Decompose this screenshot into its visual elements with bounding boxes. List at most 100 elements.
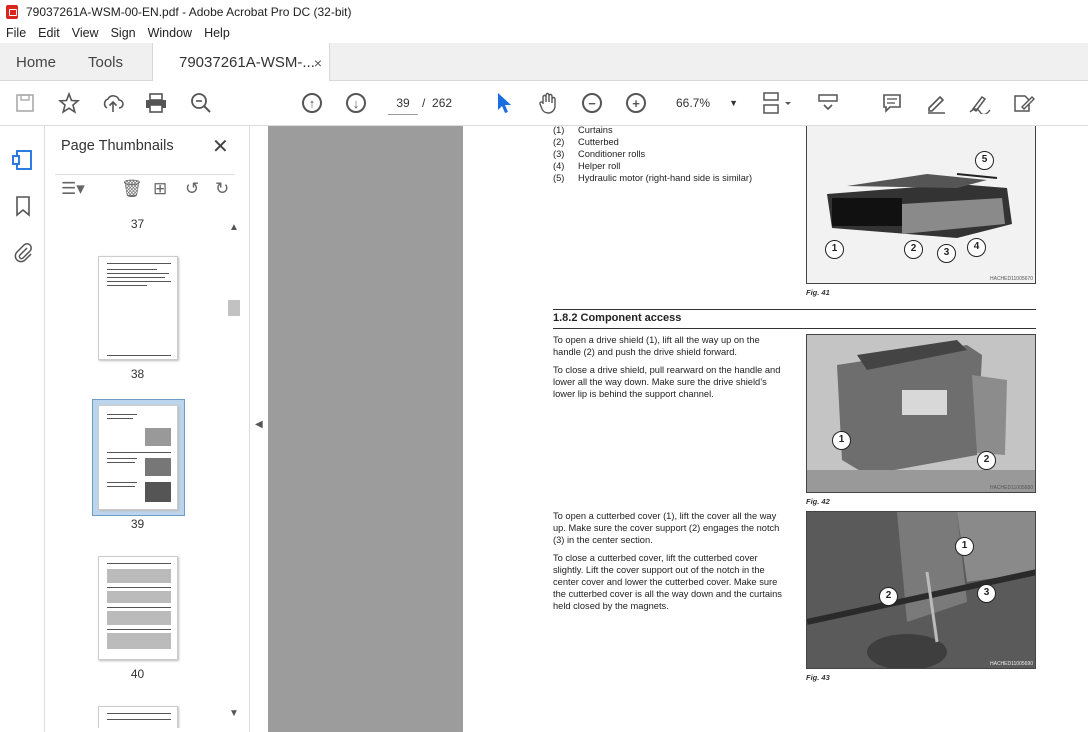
star-bookmark-icon[interactable] (55, 89, 83, 117)
menu-help[interactable]: Help (204, 26, 230, 40)
figure-callout: 2 (904, 240, 923, 259)
menu-window[interactable]: Window (148, 26, 192, 40)
thumbnail-page-39-label[interactable]: 39 (45, 517, 230, 531)
thumbnail-page-41[interactable] (98, 706, 178, 728)
document-viewer: (1) Curtains (2) Cutterbed (3) Conditioner … (268, 126, 1088, 732)
close-icon[interactable]: ✕ (212, 134, 229, 159)
figure-callout: 5 (975, 151, 994, 170)
panel-collapse-handle[interactable]: ◀ (249, 126, 268, 732)
tab-close-icon[interactable]: × (314, 55, 322, 71)
figure-43-caption: Fig. 43 (806, 673, 830, 682)
figure-legend: (1) Curtains (2) Cutterbed (3) Conditioner … (553, 126, 793, 184)
left-navigation-rail (0, 126, 45, 732)
paragraph-close-cutterbed-cover: To close a cutterbed cover, lift the cut… (553, 553, 782, 611)
figure-callout: 1 (832, 431, 851, 450)
figure-42-caption: Fig. 42 (806, 497, 830, 506)
select-cursor-icon[interactable] (490, 89, 518, 117)
zoom-out-button[interactable]: − (578, 89, 606, 117)
menu-file[interactable]: File (6, 26, 26, 40)
tab-document[interactable]: 79037261A-WSM-... × (152, 43, 330, 82)
figure-ref-code: HACHED11005690 (990, 661, 1033, 667)
highlight-pen-icon[interactable] (922, 89, 950, 117)
draw-sign-icon[interactable] (966, 89, 994, 117)
thumbnail-page-38-label[interactable]: 38 (45, 367, 230, 381)
paragraph-close-drive-shield: To close a drive shield, pull rearward o… (553, 365, 781, 399)
scroll-mode-icon[interactable] (814, 89, 842, 117)
figure-ref-code: HACHED11005680 (990, 485, 1033, 491)
arrow-up-icon: ↑ (302, 93, 322, 113)
figure-callout: 3 (977, 584, 996, 603)
next-page-button[interactable]: ↓ (342, 89, 370, 117)
thumbnail-page-38[interactable] (98, 256, 178, 360)
tab-bar: Home Tools 79037261A-WSM-... × (0, 43, 1088, 82)
thumbnail-page-37-label[interactable]: 37 (45, 217, 230, 231)
paragraph-open-drive-shield: To open a drive shield (1), lift all the… (553, 335, 760, 357)
page-thumbnails-panel: Page Thumbnails ✕ ☰▾ 🗑 ⊞ ↺ ↻ 37 38 39 40… (45, 126, 249, 732)
menu-edit[interactable]: Edit (38, 26, 60, 40)
menu-view[interactable]: View (72, 26, 99, 40)
arrow-down-icon: ↓ (346, 93, 366, 113)
legend-item: (2) Cutterbed (553, 137, 619, 147)
print-icon[interactable] (142, 89, 170, 117)
pdf-file-icon (6, 4, 18, 19)
page-number-input[interactable]: 39 (388, 91, 418, 115)
menu-sign[interactable]: Sign (111, 26, 136, 40)
page-total: 262 (432, 96, 453, 110)
figure-callout: 2 (977, 451, 996, 470)
figure-callout: 2 (879, 587, 898, 606)
previous-page-button[interactable]: ↑ (298, 89, 326, 117)
scrollbar-thumb[interactable] (228, 300, 240, 316)
thumbnail-scrollbar[interactable]: ▲ ▼ (227, 222, 241, 722)
zoom-in-button[interactable]: + (622, 89, 650, 117)
options-menu-icon[interactable]: ☰▾ (61, 179, 85, 199)
scroll-down-icon[interactable]: ▼ (227, 708, 241, 719)
delete-trash-icon[interactable]: 🗑 (121, 179, 143, 199)
attachment-paperclip-icon[interactable] (11, 240, 35, 264)
figure-42-image: 1 2 HACHED11005680 (806, 334, 1036, 493)
thumbnail-page-39[interactable] (98, 405, 178, 510)
legend-item: (1) Curtains (553, 126, 613, 135)
upload-share-icon[interactable] (99, 89, 127, 117)
window-title: 79037261A-WSM-00-EN.pdf - Adobe Acrobat … (26, 4, 352, 19)
thumbnail-toolbar: ☰▾ 🗑 ⊞ ↺ ↻ (55, 174, 235, 202)
cutterbed-cover-photo (807, 512, 1035, 668)
save-icon[interactable] (11, 89, 39, 117)
figure-callout: 1 (825, 240, 844, 259)
fill-sign-icon[interactable] (1010, 89, 1038, 117)
figure-41-caption: Fig. 41 (806, 288, 830, 297)
zoom-value: 66.7% (676, 96, 711, 110)
menu-bar: File Edit View Sign Window Help (0, 23, 1088, 43)
legend-item: (4) Helper roll (553, 161, 621, 171)
bookmark-icon[interactable] (11, 194, 35, 218)
main-toolbar: ↑ ↓ − + (0, 81, 1088, 126)
hand-tool-icon[interactable] (534, 89, 562, 117)
collapse-arrow-icon: ◀ (255, 419, 263, 430)
legend-item: (3) Conditioner rolls (553, 149, 646, 159)
legend-item: (5) Hydraulic motor (right-hand side is s… (553, 173, 753, 183)
tab-tools[interactable]: Tools (88, 43, 123, 81)
page-thumbnails-icon[interactable] (11, 148, 35, 172)
thumbnail-page-40[interactable] (98, 556, 178, 660)
scroll-up-icon[interactable]: ▲ (227, 222, 241, 233)
tab-home[interactable]: Home (16, 43, 56, 81)
zoom-search-icon[interactable] (187, 89, 215, 117)
mower-conditioner-illustration (827, 173, 1012, 238)
pdf-page: (1) Curtains (2) Cutterbed (3) Conditioner … (463, 126, 1088, 732)
figure-41-image: 1 2 3 4 5 HACHED11005670 (806, 126, 1036, 284)
crop-page-icon[interactable]: ⊞ (153, 179, 167, 199)
zoom-level-select[interactable]: 66.7% ▼ (672, 91, 738, 115)
page-separator: / (422, 96, 426, 110)
chevron-down-icon: ▼ (729, 98, 738, 108)
minus-icon: − (582, 93, 602, 113)
figure-ref-code: HACHED11005670 (990, 276, 1033, 282)
page-display-icon[interactable] (760, 89, 794, 117)
paragraph-open-cutterbed-cover: To open a cutterbed cover (1), lift the … (553, 511, 780, 545)
plus-icon: + (626, 93, 646, 113)
tab-document-label: 79037261A-WSM-... (179, 54, 315, 71)
figure-callout: 3 (937, 244, 956, 263)
section-rule (553, 328, 1036, 329)
comment-icon[interactable] (878, 89, 906, 117)
rotate-clockwise-icon[interactable]: ↻ (215, 179, 229, 199)
thumbnail-page-40-label[interactable]: 40 (45, 667, 230, 681)
rotate-counterclockwise-icon[interactable]: ↺ (185, 179, 199, 199)
